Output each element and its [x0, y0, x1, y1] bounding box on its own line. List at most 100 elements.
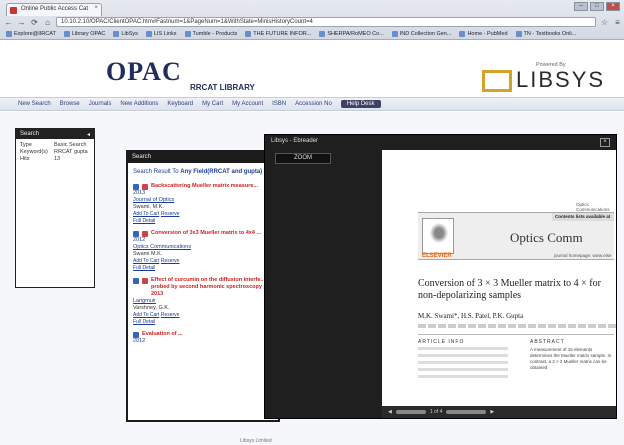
- result-title[interactable]: Evaluation of ...: [142, 331, 183, 338]
- result-title[interactable]: Effect of curcumin on the diffusion inte…: [151, 277, 273, 298]
- article-title: Conversion of 3 × 3 Mueller matrix to 4 …: [418, 278, 601, 301]
- reload-icon[interactable]: ⟳: [30, 18, 39, 27]
- libsys-wordmark: LIBSYS: [516, 67, 606, 92]
- opac-header: OPAC RRCAT LIBRARY Powered By LIBSYS: [0, 40, 624, 96]
- menu-journals[interactable]: Journals: [89, 101, 112, 107]
- menu-isbn[interactable]: ISBN: [272, 101, 286, 107]
- viewer-title: Libsys - Ebreader: [271, 138, 319, 144]
- minimize-button[interactable]: –: [574, 2, 588, 11]
- bookmark-item[interactable]: LIS Links: [145, 31, 177, 37]
- zoom-button[interactable]: ZOOM: [275, 153, 331, 164]
- result-author: Swami, M.K.: [133, 204, 164, 210]
- result-item: Effect of curcumin on the diffusion inte…: [128, 274, 278, 328]
- opac-logo[interactable]: OPAC: [106, 57, 182, 87]
- menu-my-account[interactable]: My Account: [232, 101, 263, 107]
- result-journal[interactable]: Optics Communications: [133, 244, 273, 251]
- search-summary-header: Search ◂: [16, 129, 94, 139]
- favicon-icon: [10, 7, 17, 14]
- article-info-heading: ARTICLE INFO: [418, 339, 465, 345]
- viewer-sidebar: [270, 169, 382, 404]
- add-to-cart-link[interactable]: Add To Cart: [133, 211, 159, 217]
- zoom-slider[interactable]: [446, 410, 487, 414]
- document-page[interactable]: Optics Communications Contents lists ava…: [382, 150, 616, 406]
- add-to-cart-link[interactable]: Add To Cart: [133, 258, 159, 264]
- bookmark-icon: [63, 31, 70, 37]
- bookmark-item[interactable]: IND Collection Gen...: [391, 31, 451, 37]
- maximize-button[interactable]: □: [590, 2, 604, 11]
- bookmark-item[interactable]: Explore@IIRCAT: [6, 31, 56, 37]
- menu-help-desk[interactable]: Help Desk: [340, 100, 381, 108]
- search-summary-title: Search: [20, 131, 40, 137]
- page-navigation-bar: ◀ 1 of 4 ▶: [382, 406, 616, 418]
- viewer-close-button[interactable]: ×: [600, 138, 610, 147]
- star-icon[interactable]: ☆: [600, 18, 609, 27]
- tab-close-icon[interactable]: ×: [94, 5, 98, 11]
- add-to-cart-link[interactable]: Add To Cart: [133, 312, 159, 318]
- article-info-text: [418, 347, 508, 382]
- page-footer: Libsys Limited: [240, 438, 272, 444]
- menu-my-cart[interactable]: My Cart: [202, 101, 223, 107]
- bookmark-item[interactable]: SHERPA/RoMEO Co...: [319, 31, 384, 37]
- bookmark-item[interactable]: Tumble - Products: [184, 31, 237, 37]
- affiliation-line: [418, 324, 616, 328]
- page-slider[interactable]: [395, 410, 426, 414]
- viewer-header: Libsys - Ebreader ×: [265, 135, 616, 149]
- abstract-text: A measurement of 16 elements determines …: [530, 347, 612, 370]
- bookmarks-bar: Explore@IIRCAT Library OPAC LibSys LIS L…: [0, 29, 624, 39]
- tab-title: Online Public Access Cat: [21, 6, 89, 12]
- reserve-link[interactable]: Reserve: [161, 312, 180, 318]
- prev-page-icon[interactable]: ◀: [388, 409, 392, 415]
- libsys-logo: Powered By LIBSYS: [480, 62, 603, 96]
- bookmark-item[interactable]: Library OPAC: [63, 31, 105, 37]
- browser-chrome: Online Public Access Cat × – □ × ← → ⟳ ⌂…: [0, 0, 624, 40]
- home-icon[interactable]: ⌂: [43, 18, 52, 27]
- bookmark-icon: [319, 31, 326, 37]
- close-window-button[interactable]: ×: [606, 2, 620, 11]
- article-authors: M.K. Swami*, H.S. Patel, P.K. Gupta: [418, 312, 524, 320]
- search-query-text: Search Result To Any Field(RRCAT and gup…: [133, 169, 263, 175]
- result-item: Evaluation of ... 2012: [133, 331, 183, 344]
- full-detail-link[interactable]: Full Detail: [133, 218, 155, 224]
- menu-new-additions[interactable]: New Additions: [120, 101, 158, 107]
- result-author: Swami M.K.: [133, 251, 163, 257]
- summary-row: Type Basic Search: [20, 142, 87, 148]
- elsevier-logo: [422, 218, 454, 254]
- result-item: Conversion of 3x3 Mueller matrix to 4x4 …: [128, 227, 278, 274]
- navigation-bar: ← → ⟳ ⌂ 10.10.2.10/OPAC/ClientOPAC.htm#F…: [0, 16, 624, 28]
- full-detail-link[interactable]: Full Detail: [133, 319, 155, 325]
- window-buttons: – □ ×: [574, 2, 620, 11]
- menu-browse[interactable]: Browse: [60, 101, 80, 107]
- ebook-icon: [142, 278, 148, 284]
- bookmark-item[interactable]: THE FUTURE INFOR...: [245, 31, 311, 37]
- result-journal[interactable]: Journal of Optics: [133, 197, 273, 204]
- forward-icon[interactable]: →: [17, 18, 26, 27]
- url-bar[interactable]: 10.10.2.10/OPAC/ClientOPAC.htm#Fastnum=1…: [56, 17, 596, 27]
- reserve-link[interactable]: Reserve: [161, 211, 180, 217]
- result-title[interactable]: Conversion of 3x3 Mueller matrix to 4x4 …: [151, 230, 261, 237]
- menu-keyboard[interactable]: Keyboard: [167, 101, 193, 107]
- bookmark-item[interactable]: Home - PubMed: [459, 31, 508, 37]
- full-detail-link[interactable]: Full Detail: [133, 265, 155, 271]
- result-item: Backscattering Mueller matrix measure...…: [128, 180, 278, 227]
- next-page-icon[interactable]: ▶: [490, 409, 494, 415]
- search-results-window: Search Search Result To Any Field(RRCAT …: [126, 150, 280, 422]
- back-icon[interactable]: ←: [4, 18, 13, 27]
- menu-accession-no[interactable]: Accession No: [295, 101, 332, 107]
- reserve-link[interactable]: Reserve: [161, 258, 180, 264]
- bookmark-item[interactable]: LibSys: [113, 31, 138, 37]
- browser-tab[interactable]: Online Public Access Cat ×: [6, 3, 102, 16]
- result-title[interactable]: Backscattering Mueller matrix measure...: [151, 183, 258, 190]
- collapse-icon[interactable]: ◂: [87, 131, 90, 138]
- journal-ref: Optics Communications: [576, 202, 610, 212]
- result-journal[interactable]: Langmuir: [133, 298, 273, 305]
- book-icon: [133, 278, 139, 284]
- bookmark-icon: [515, 31, 522, 37]
- bookmark-icon: [184, 31, 191, 37]
- menu-new-search[interactable]: New Search: [18, 101, 51, 107]
- summary-row: Keyword(s) RRCAT gupta: [20, 149, 88, 155]
- bookmark-item[interactable]: TN - Textbooks Onli...: [515, 31, 576, 37]
- menu-icon[interactable]: ≡: [613, 18, 622, 27]
- bookmark-icon: [391, 31, 398, 37]
- abstract-heading: ABSTRACT: [530, 339, 565, 345]
- tree-icon: [429, 222, 449, 244]
